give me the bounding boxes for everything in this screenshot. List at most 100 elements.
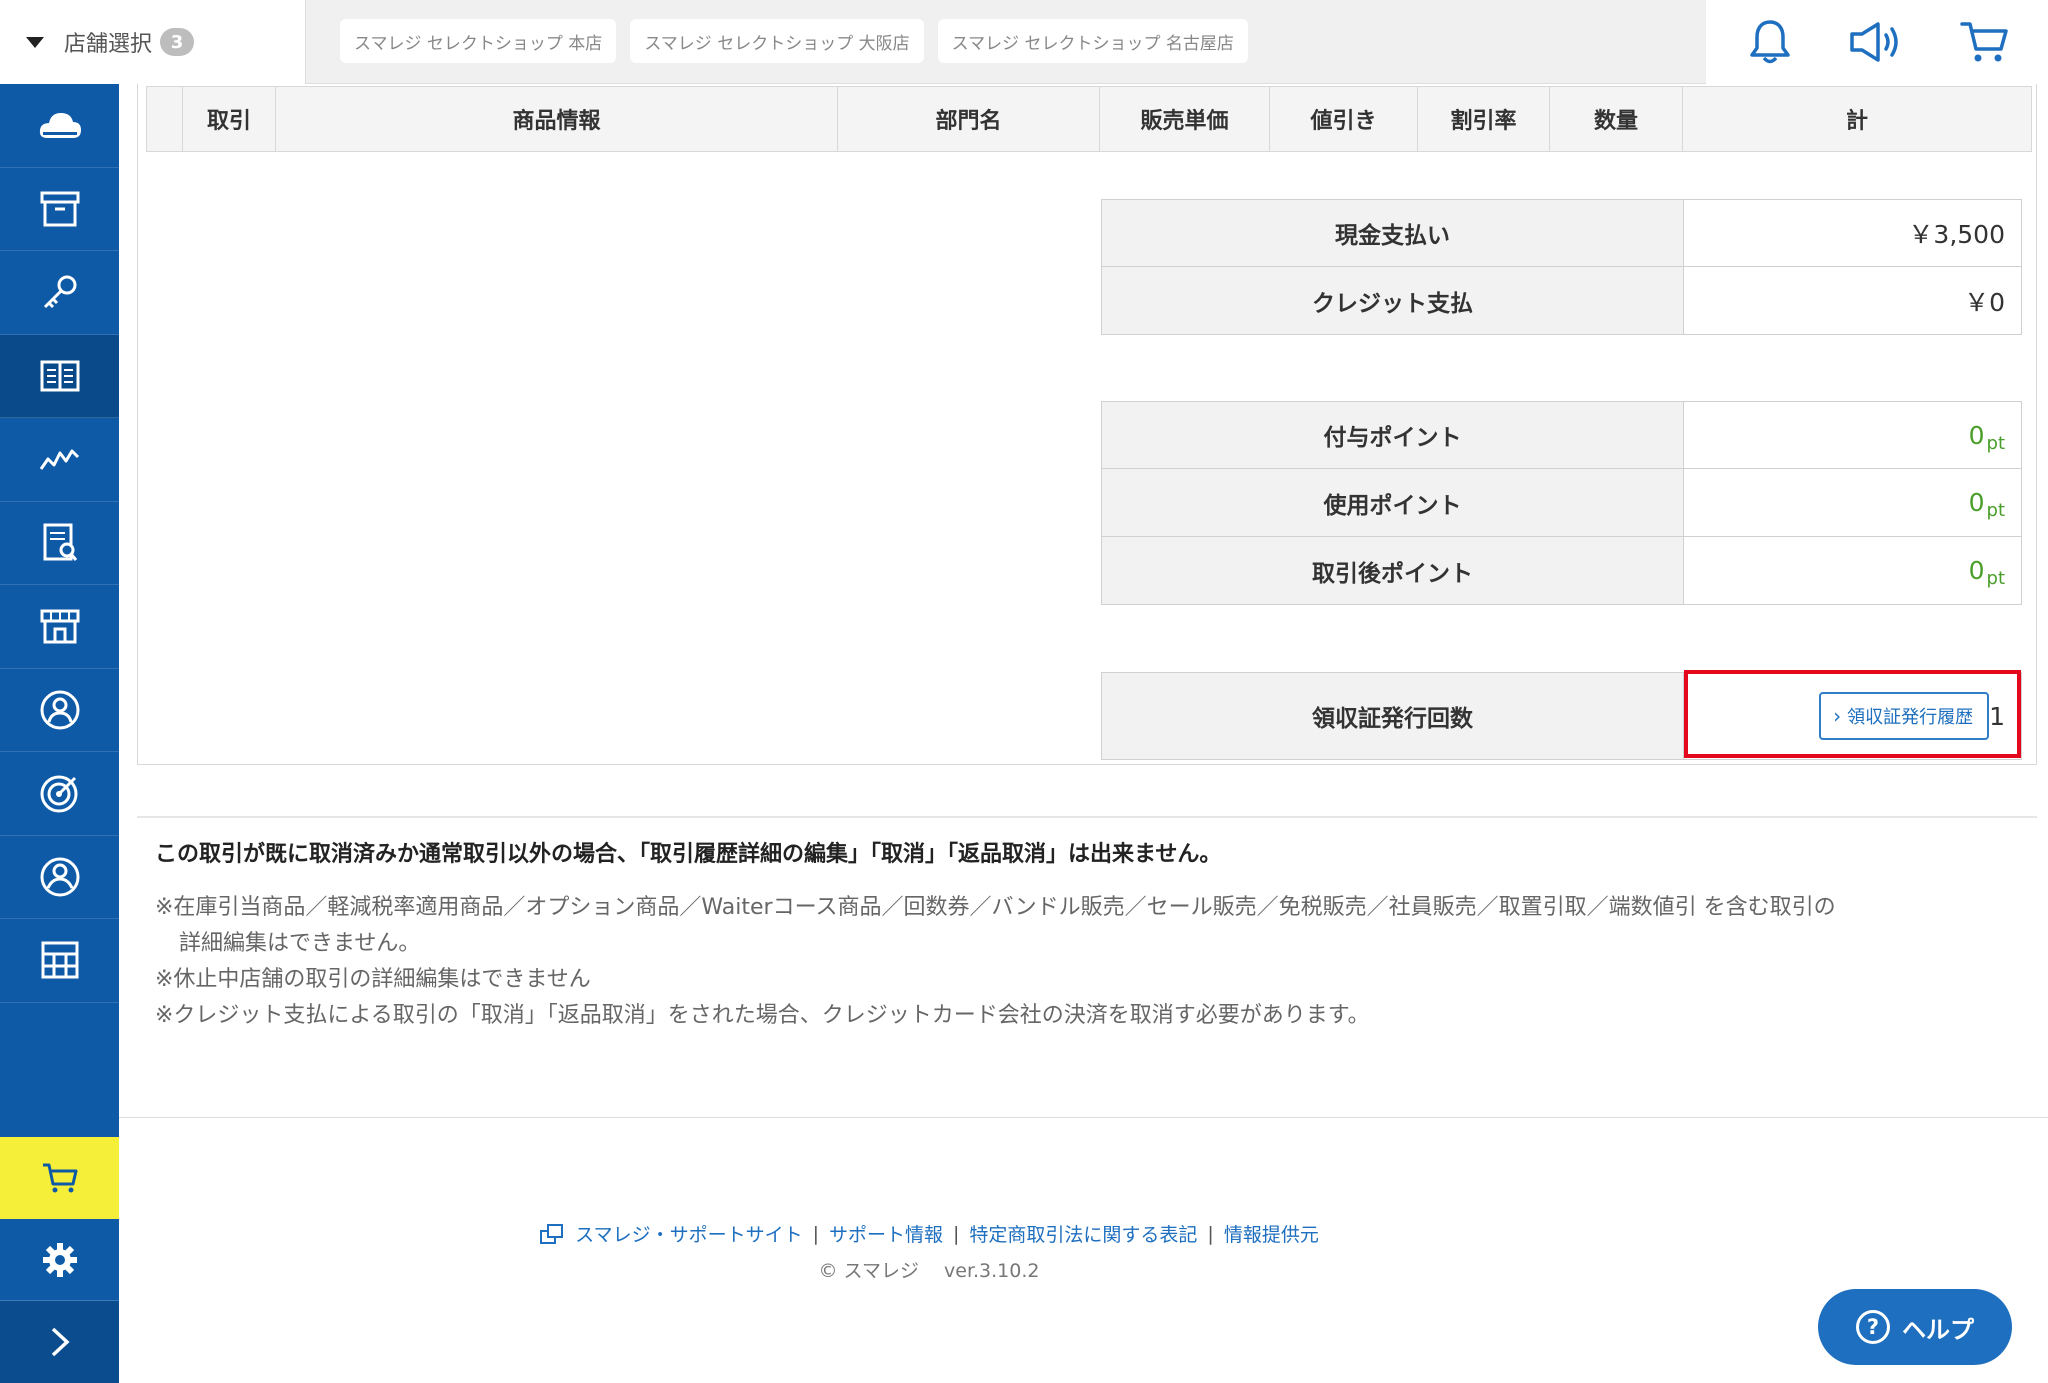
payment-value: ￥3,500	[1684, 200, 2021, 266]
footer-separator: |	[812, 1222, 819, 1245]
receipt-count-value: 1	[1989, 701, 2005, 731]
payment-label: 現金支払い	[1102, 200, 1684, 266]
receipt-count-label: 領収証発行回数	[1102, 673, 1684, 759]
staff-icon	[40, 857, 79, 897]
transaction-detail-table: 取引 商品情報 部門名 販売単価 値引き 割引率 数量 計 現金支払い ￥3,5…	[137, 84, 2037, 765]
column-header-discount-rate: 割引率	[1418, 87, 1550, 151]
column-header-total: 計	[1845, 109, 1868, 134]
report-document-icon	[43, 523, 77, 561]
sidebar-item-transactions[interactable]	[0, 334, 119, 418]
point-rows: 付与ポイント 0 pt 使用ポイント 0 pt 取引後ポイント 0 pt	[1101, 401, 2022, 605]
footer-link-info-source[interactable]: 情報提供元	[1224, 1220, 1319, 1247]
help-button-label: ヘルプ	[1902, 1315, 1974, 1344]
payment-label: クレジット支払	[1102, 267, 1684, 334]
bell-icon[interactable]	[1740, 12, 1800, 72]
grid-icon	[41, 941, 78, 979]
table-row: 取引後ポイント 0 pt	[1101, 537, 2022, 605]
gear-icon	[42, 1242, 77, 1277]
cart-icon[interactable]	[1954, 12, 2014, 72]
point-label: 使用ポイント	[1102, 469, 1684, 536]
column-header-unit-price: 販売単価	[1100, 87, 1270, 151]
help-button[interactable]: ? ヘルプ	[1818, 1289, 2012, 1365]
table-row: クレジット支払 ￥0	[1101, 267, 2022, 335]
payment-rows: 現金支払い ￥3,500 クレジット支払 ￥0	[1101, 199, 2022, 335]
receipt-history-button[interactable]: › 領収証発行履歴	[1819, 692, 1990, 740]
sidebar	[0, 84, 119, 1383]
megaphone-icon[interactable]	[1847, 12, 1907, 72]
point-label: 付与ポイント	[1102, 402, 1684, 468]
sidebar-item-archive[interactable]	[0, 168, 119, 251]
store-chip[interactable]: スマレジ セレクトショップ 大阪店	[630, 19, 924, 63]
notes: ※在庫引当商品／軽減税率適用商品／オプション商品／Waiterコース商品／回数券…	[155, 890, 2025, 1034]
store-chip[interactable]: スマレジ セレクトショップ 名古屋店	[937, 19, 1248, 63]
note-line: ※クレジット支払による取引の「取消」「返品取消」をされた場合、クレジットカード会…	[155, 1003, 1370, 1028]
sidebar-item-analytics[interactable]	[0, 418, 119, 502]
column-header-discount: 値引き	[1270, 87, 1418, 151]
table-row: 使用ポイント 0 pt	[1101, 469, 2022, 537]
column-header-product: 商品情報	[276, 87, 838, 151]
point-value: 0 pt	[1684, 469, 2021, 536]
point-value: 0 pt	[1684, 402, 2021, 468]
sidebar-item-register[interactable]	[0, 1137, 119, 1219]
sidebar-item-key[interactable]	[0, 251, 119, 335]
note-line: 詳細編集はできません。	[179, 931, 421, 956]
sidebar-item-cloud[interactable]	[0, 84, 119, 168]
archive-box-icon	[40, 191, 79, 227]
key-icon	[43, 275, 76, 309]
sidebar-item-apps[interactable]	[0, 919, 119, 1003]
sidebar-item-staff[interactable]	[0, 836, 119, 919]
top-actions	[1706, 0, 2048, 84]
store-select-dropdown[interactable]: 店舗選択 3	[0, 0, 306, 84]
sidebar-item-customers[interactable]	[0, 669, 119, 752]
cart-icon	[42, 1163, 77, 1193]
trend-chart-icon	[39, 449, 79, 471]
footer-links: スマレジ・サポートサイト | サポート情報 | 特定商取引法に関する表記 | 情…	[119, 1220, 1739, 1247]
main-content: 取引 商品情報 部門名 販売単価 値引き 割引率 数量 計 現金支払い ￥3,5…	[119, 84, 2048, 1383]
column-header-department: 部門名	[838, 87, 1100, 151]
note-line: ※休止中店舗の取引の詳細編集はできません	[155, 967, 591, 992]
top-bar: 店舗選択 3 スマレジ セレクトショップ 本店 スマレジ セレクトショップ 大阪…	[0, 0, 2048, 84]
footer-link-support-info[interactable]: サポート情報	[829, 1220, 943, 1247]
table-row: 現金支払い ￥3,500	[1101, 199, 2022, 267]
chevron-right-icon	[51, 1327, 70, 1357]
sidebar-item-reports[interactable]	[0, 502, 119, 585]
footer-separator: |	[953, 1222, 960, 1245]
sidebar-bottom	[0, 1137, 119, 1383]
footer-separator: |	[1207, 1222, 1214, 1245]
receipt-rows: 領収証発行回数 › 領収証発行履歴 1	[1101, 672, 2022, 760]
target-icon	[40, 775, 77, 813]
receipt-count-cell: › 領収証発行履歴 1	[1684, 673, 2021, 759]
sidebar-item-settings[interactable]	[0, 1219, 119, 1301]
table-row: 付与ポイント 0 pt	[1101, 401, 2022, 469]
note-line: ※在庫引当商品／軽減税率適用商品／オプション商品／Waiterコース商品／回数券…	[155, 895, 1836, 920]
footer-link-legal[interactable]: 特定商取引法に関する表記	[969, 1220, 1197, 1247]
table-header: 取引 商品情報 部門名 販売単価 値引き 割引率 数量 計	[146, 86, 2032, 152]
footer-link-support-site[interactable]: スマレジ・サポートサイト	[575, 1220, 802, 1247]
selected-stores: スマレジ セレクトショップ 本店 スマレジ セレクトショップ 大阪店 スマレジ …	[340, 19, 1248, 63]
copyright: © スマレジ ver.3.10.2	[818, 1260, 1040, 1282]
sidebar-item-store[interactable]	[0, 585, 119, 669]
point-value: 0 pt	[1684, 537, 2021, 604]
book-icon	[40, 360, 79, 392]
store-chip[interactable]: スマレジ セレクトショップ 本店	[340, 19, 617, 63]
question-icon: ?	[1856, 1310, 1890, 1344]
cancellation-notice: この取引が既に取消済みか通常取引以外の場合、「取引履歴詳細の編集」「取消」「返品…	[155, 842, 1222, 867]
sidebar-item-targets[interactable]	[0, 752, 119, 836]
point-label: 取引後ポイント	[1102, 537, 1684, 604]
column-header-blank	[147, 87, 183, 151]
store-select-label: 店舗選択	[64, 32, 153, 57]
divider	[137, 816, 2037, 818]
store-icon	[40, 609, 79, 644]
footer-divider	[119, 1117, 2048, 1118]
cloud-icon	[39, 113, 81, 139]
store-count-badge: 3	[160, 28, 195, 56]
caret-down-icon	[26, 36, 44, 48]
point-unit: pt	[1986, 500, 2005, 521]
payment-value: ￥0	[1684, 267, 2021, 334]
chevron-right-icon: ›	[1833, 704, 1842, 728]
column-header-transaction: 取引	[183, 87, 276, 151]
point-unit: pt	[1986, 568, 2005, 589]
receipt-history-button-label: 領収証発行履歴	[1847, 707, 1974, 728]
table-row: 領収証発行回数 › 領収証発行履歴 1	[1101, 672, 2022, 760]
sidebar-expand-button[interactable]	[0, 1301, 119, 1383]
